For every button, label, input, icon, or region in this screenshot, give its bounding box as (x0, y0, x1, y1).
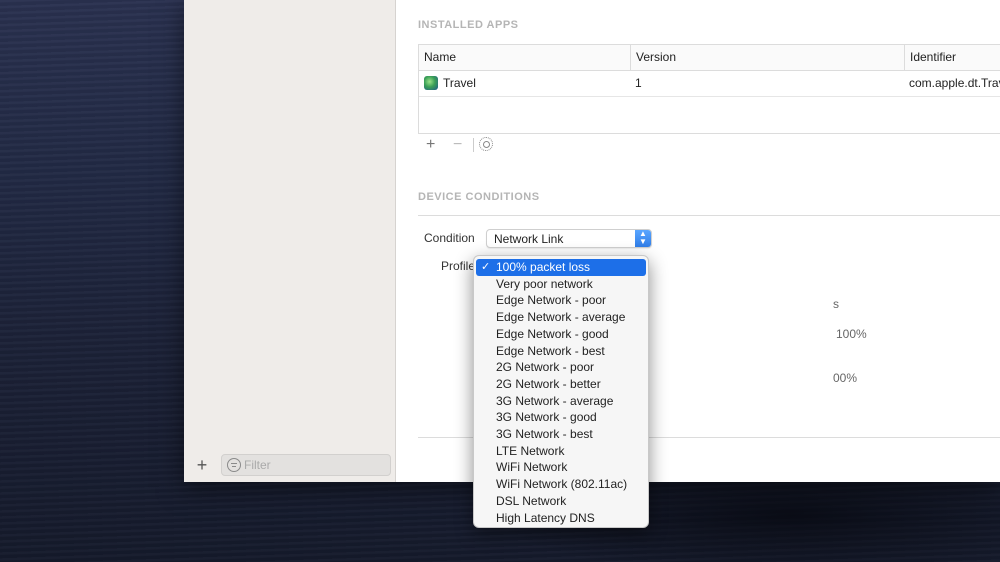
profile-dropdown-menu: ✓ 100% packet loss Very poor network Edge… (473, 255, 649, 528)
device-conditions-heading: DEVICE CONDITIONS (418, 191, 540, 203)
menu-item-edge-good[interactable]: Edge Network - good (476, 326, 646, 343)
menu-item-3g-best[interactable]: 3G Network - best (476, 426, 646, 443)
sidebar: + (184, 0, 396, 482)
profile-label: Profile (441, 259, 476, 273)
obscured-text: 00% (833, 371, 858, 385)
chevron-updown-icon: ▲ ▼ (635, 230, 651, 247)
obscured-text: 100% (836, 327, 867, 341)
globe-app-icon (424, 76, 438, 90)
table-header: Name Version Identifier (419, 45, 1000, 71)
filter-input[interactable] (244, 457, 384, 473)
column-header-identifier[interactable]: Identifier (904, 45, 1000, 70)
checkmark-icon: ✓ (481, 261, 491, 273)
menu-item-edge-best[interactable]: Edge Network - best (476, 343, 646, 360)
app-name-cell: Travel (419, 71, 630, 96)
app-identifier: com.apple.dt.Trav (909, 76, 1000, 90)
filter-field[interactable] (221, 454, 391, 476)
gear-icon[interactable] (479, 137, 493, 151)
menu-item-3g-average[interactable]: 3G Network - average (476, 393, 646, 410)
menu-item-3g-good[interactable]: 3G Network - good (476, 409, 646, 426)
installed-apps-heading: INSTALLED APPS (418, 19, 519, 31)
condition-label: Condition (424, 231, 475, 245)
menu-item-edge-poor[interactable]: Edge Network - poor (476, 292, 646, 309)
menu-item-lte[interactable]: LTE Network (476, 443, 646, 460)
menu-item-wifi-80211ac[interactable]: WiFi Network (802.11ac) (476, 476, 646, 493)
menu-item-2g-poor[interactable]: 2G Network - poor (476, 359, 646, 376)
remove-app-button[interactable]: − (453, 136, 462, 154)
app-version: 1 (635, 76, 642, 90)
menu-item-dsl[interactable]: DSL Network (476, 493, 646, 510)
toolbar-separator (473, 138, 474, 152)
menu-item-2g-better[interactable]: 2G Network - better (476, 376, 646, 393)
condition-popup[interactable]: Network Link ▲ ▼ (486, 229, 652, 248)
filter-icon (227, 458, 241, 472)
menu-item-edge-average[interactable]: Edge Network - average (476, 309, 646, 326)
column-header-version[interactable]: Version (630, 45, 904, 70)
section-divider (418, 215, 1000, 216)
obscured-text: s (833, 297, 839, 311)
menu-item-wifi[interactable]: WiFi Network (476, 459, 646, 476)
menu-item-100-packet-loss[interactable]: ✓ 100% packet loss (476, 259, 646, 276)
add-app-button[interactable]: + (426, 136, 435, 154)
menu-item-high-latency-dns[interactable]: High Latency DNS (476, 510, 646, 527)
menu-item-very-poor-network[interactable]: Very poor network (476, 276, 646, 293)
installed-apps-table: Name Version Identifier Travel 1 com.app… (418, 44, 1000, 134)
add-device-button[interactable]: + (194, 456, 210, 474)
condition-value: Network Link (494, 232, 564, 246)
app-name: Travel (443, 76, 476, 90)
table-row[interactable]: Travel 1 com.apple.dt.Trav (419, 71, 1000, 97)
column-header-name[interactable]: Name (419, 45, 630, 70)
